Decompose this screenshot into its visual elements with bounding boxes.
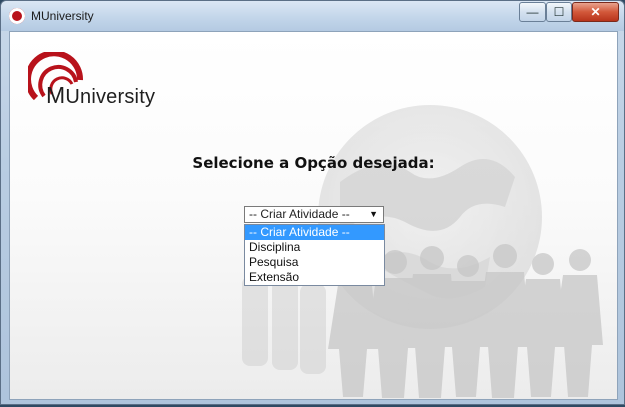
activity-select[interactable]: -- Criar Atividade -- ▼ <box>244 206 384 223</box>
minimize-button[interactable]: — <box>519 2 546 22</box>
option-pesquisa[interactable]: Pesquisa <box>245 255 384 270</box>
close-button[interactable]: ✕ <box>572 2 619 22</box>
logo-wordmark: MUniversity <box>46 82 156 108</box>
title-bar[interactable]: MUniversity — ☐ ✕ <box>1 1 624 31</box>
client-area: MUniversity Selecione a Opção desejada: … <box>9 31 618 400</box>
chevron-down-icon: ▼ <box>369 209 378 219</box>
option-criar-atividade[interactable]: -- Criar Atividade -- <box>245 225 384 240</box>
window-title: MUniversity <box>31 9 94 23</box>
option-disciplina[interactable]: Disciplina <box>245 240 384 255</box>
select-current-value: -- Criar Atividade -- <box>249 207 350 221</box>
app-window: MUniversity — ☐ ✕ MUniversity Selecione … <box>0 0 625 405</box>
app-logo-icon <box>9 8 25 24</box>
page-heading: Selecione a Opção desejada: <box>192 154 435 172</box>
option-extensao[interactable]: Extensão <box>245 270 384 285</box>
maximize-button[interactable]: ☐ <box>546 2 572 22</box>
select-dropdown-list: -- Criar Atividade -- Disciplina Pesquis… <box>244 224 385 286</box>
